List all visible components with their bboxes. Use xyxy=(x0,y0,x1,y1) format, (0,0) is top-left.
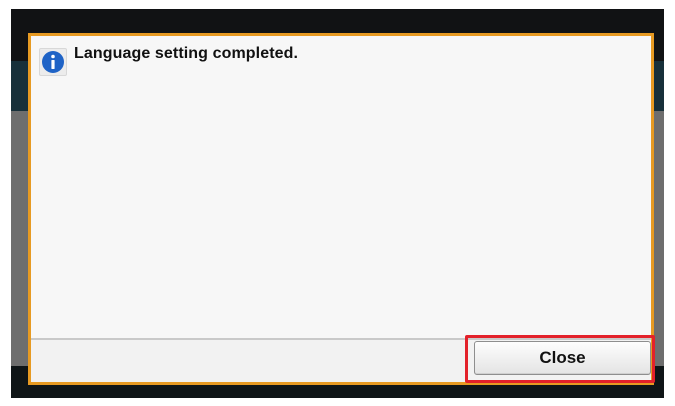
dialog-message: Language setting completed. xyxy=(74,45,299,62)
close-button[interactable]: Close xyxy=(474,341,651,375)
device-screen: Language setting completed. Close xyxy=(11,9,664,398)
language-complete-dialog: Language setting completed. xyxy=(28,33,654,385)
dialog-message-area: Language setting completed. xyxy=(31,36,651,340)
info-icon xyxy=(39,48,67,76)
